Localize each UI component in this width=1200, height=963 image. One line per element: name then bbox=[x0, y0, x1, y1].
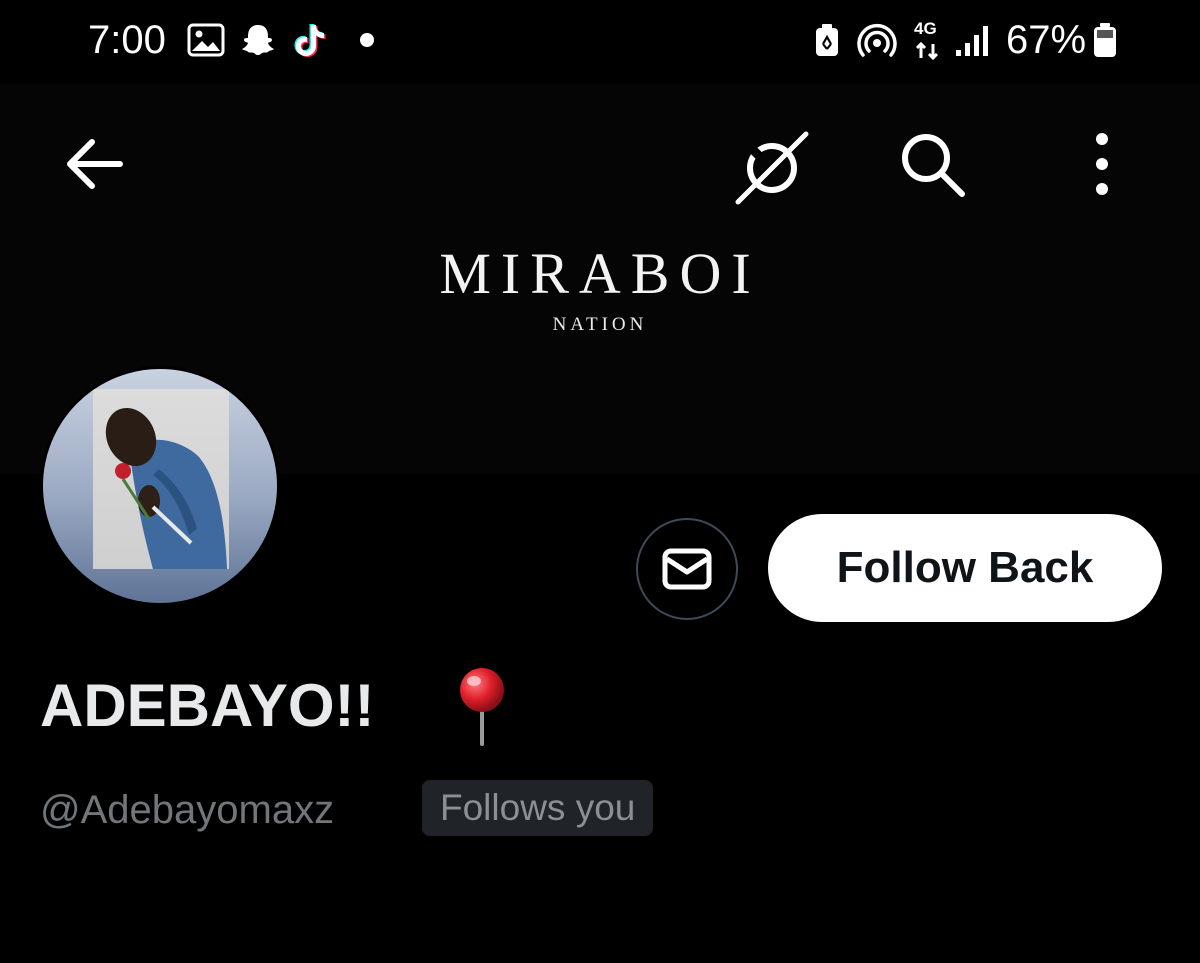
pushpin-icon bbox=[460, 668, 504, 746]
notification-dot-icon bbox=[360, 33, 374, 47]
status-bar: 7:00 4G 67% bbox=[0, 0, 1200, 84]
back-button[interactable] bbox=[54, 124, 134, 204]
network-arrows-icon bbox=[915, 41, 939, 60]
follow-back-button[interactable]: Follow Back bbox=[768, 514, 1162, 622]
profile-photo-image bbox=[105, 407, 227, 569]
envelope-icon bbox=[662, 548, 712, 590]
snapchat-icon bbox=[242, 25, 274, 55]
follows-you-badge: Follows you bbox=[422, 780, 654, 836]
search-icon bbox=[902, 134, 965, 197]
gallery-icon bbox=[187, 23, 225, 57]
more-options-button[interactable] bbox=[1062, 124, 1142, 204]
signal-icon bbox=[956, 26, 988, 56]
battery-percent: 67% bbox=[1006, 18, 1087, 62]
battery-icon bbox=[1094, 23, 1116, 57]
profile-avatar[interactable] bbox=[40, 366, 280, 606]
tiktok-icon bbox=[294, 24, 326, 57]
status-time: 7:00 bbox=[88, 18, 166, 62]
battery-saver-icon bbox=[816, 24, 838, 56]
avatar-photo bbox=[93, 389, 229, 569]
back-arrow-icon bbox=[67, 139, 123, 189]
banner-title: MIRABOI bbox=[439, 241, 761, 306]
message-button[interactable] bbox=[636, 518, 738, 620]
more-vertical-icon bbox=[1096, 133, 1108, 195]
banner-subtitle: NATION bbox=[552, 314, 648, 335]
hotspot-icon bbox=[857, 24, 897, 57]
grok-icon bbox=[735, 131, 809, 205]
display-name: ADEBAYO!! bbox=[40, 672, 375, 739]
search-button[interactable] bbox=[892, 124, 972, 204]
user-handle: @Adebayomaxz bbox=[40, 788, 335, 832]
grok-button[interactable] bbox=[732, 128, 812, 208]
